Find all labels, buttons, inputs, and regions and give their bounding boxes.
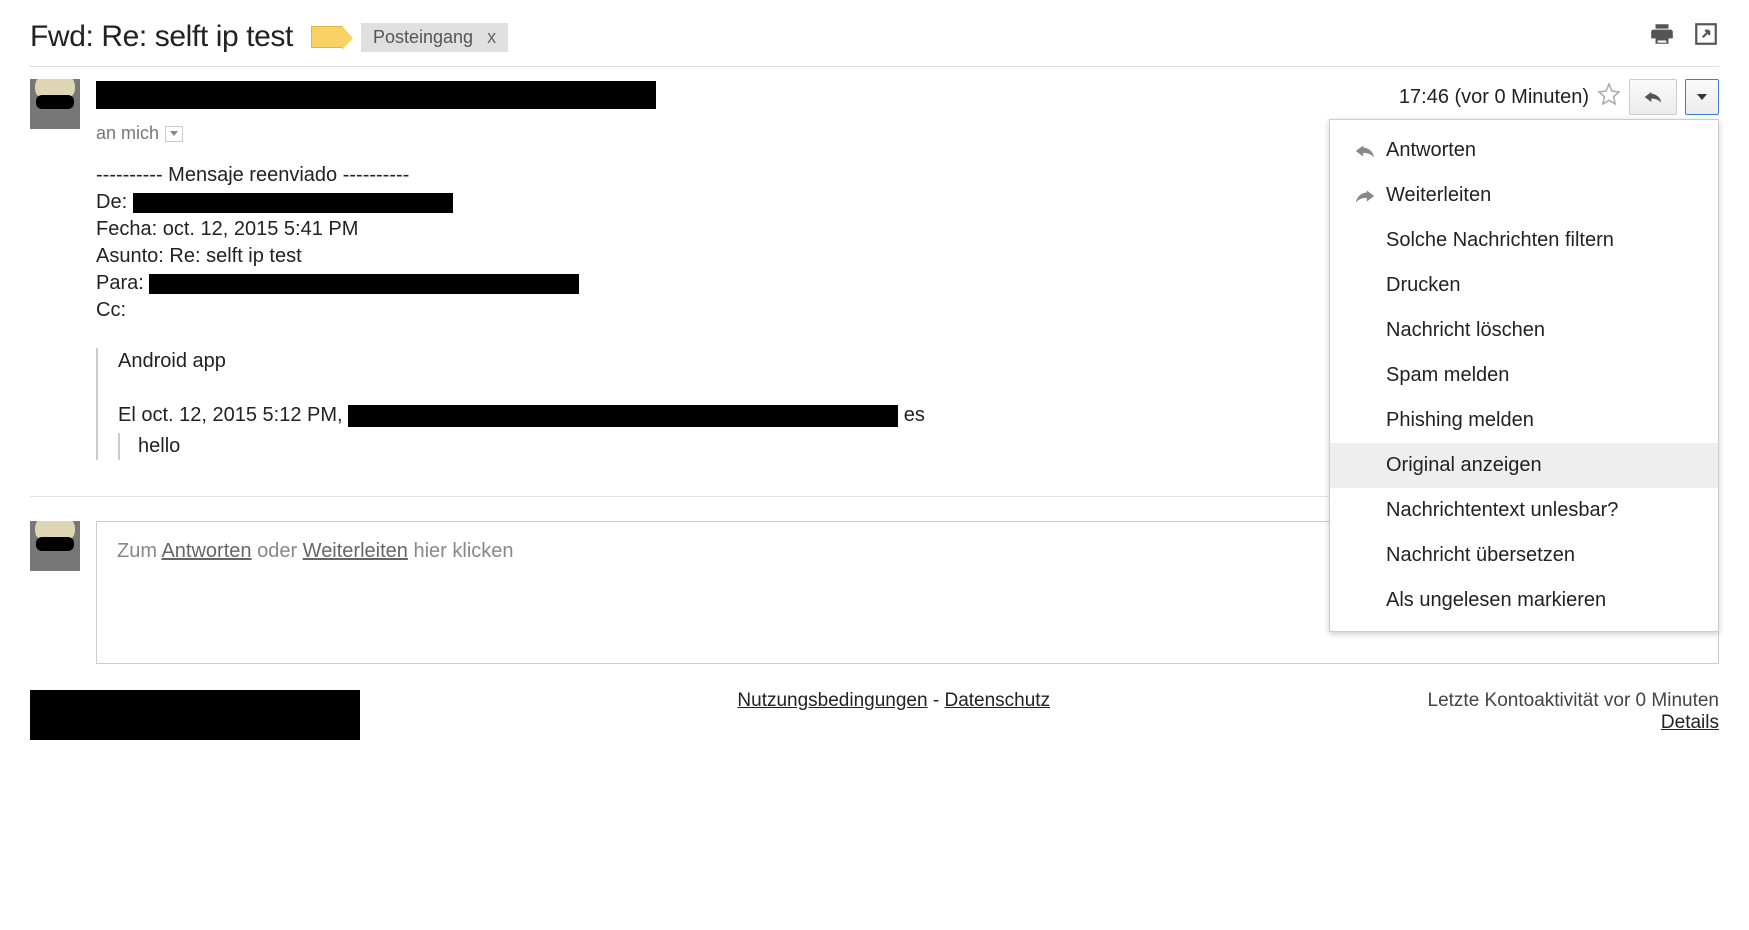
label-pill-inbox[interactable]: Posteingang x bbox=[361, 23, 508, 52]
popout-button[interactable] bbox=[1693, 21, 1719, 53]
menu-item-antworten[interactable]: Antworten bbox=[1330, 128, 1718, 173]
menu-item-weiterleiten[interactable]: Weiterleiten bbox=[1330, 173, 1718, 218]
privacy-link[interactable]: Datenschutz bbox=[944, 690, 1050, 711]
menu-item-phishing-melden[interactable]: Phishing melden bbox=[1330, 398, 1718, 443]
para-redacted bbox=[149, 274, 579, 294]
reply-link[interactable]: Antworten bbox=[161, 540, 251, 562]
subject: Fwd: Re: selft ip test bbox=[30, 20, 293, 54]
sender-line: 17:46 (vor 0 Minuten) AntwortenWeiterlei… bbox=[96, 79, 1719, 115]
footer-redacted bbox=[30, 690, 360, 740]
show-details-toggle[interactable] bbox=[165, 126, 183, 142]
important-marker-icon[interactable] bbox=[311, 26, 343, 48]
reply-icon bbox=[1354, 143, 1386, 159]
remove-label-icon[interactable]: x bbox=[487, 27, 496, 48]
menu-item-label: Nachricht übersetzen bbox=[1386, 544, 1575, 567]
caret-down-icon bbox=[1697, 94, 1707, 100]
menu-item-solche-nachrichten-filtern[interactable]: Solche Nachrichten filtern bbox=[1330, 218, 1718, 263]
menu-item-drucken[interactable]: Drucken bbox=[1330, 263, 1718, 308]
timestamp: 17:46 (vor 0 Minuten) bbox=[1399, 86, 1589, 109]
menu-item-nachricht-l-schen[interactable]: Nachricht löschen bbox=[1330, 308, 1718, 353]
to-line-text: an mich bbox=[96, 123, 159, 144]
menu-item-label: Spam melden bbox=[1386, 364, 1509, 387]
sender-avatar[interactable] bbox=[30, 79, 80, 129]
menu-item-label: Solche Nachrichten filtern bbox=[1386, 229, 1614, 252]
message: 17:46 (vor 0 Minuten) Antworten Weiterlei… bbox=[30, 79, 1719, 460]
my-avatar bbox=[30, 521, 80, 571]
menu-item-label: Nachricht löschen bbox=[1386, 319, 1545, 342]
forward-icon bbox=[1354, 188, 1386, 204]
menu-item-label: Nachrichtentext unlesbar? bbox=[1386, 499, 1618, 522]
footer-links: Nutzungsbedingungen - Datenschutz bbox=[360, 690, 1428, 712]
menu-item-nachricht-bersetzen[interactable]: Nachricht übersetzen bbox=[1330, 533, 1718, 578]
menu-item-nachrichtentext-unlesbar-[interactable]: Nachrichtentext unlesbar? bbox=[1330, 488, 1718, 533]
activity-text: Letzte Kontoaktivität vor 0 Minuten bbox=[1428, 690, 1720, 712]
label-pill-text: Posteingang bbox=[373, 27, 473, 48]
print-all-button[interactable] bbox=[1649, 21, 1675, 53]
sender-name-redacted bbox=[96, 81, 656, 109]
terms-link[interactable]: Nutzungsbedingungen bbox=[737, 690, 927, 711]
footer-activity: Letzte Kontoaktivität vor 0 Minuten Deta… bbox=[1428, 690, 1720, 734]
inline-redacted bbox=[348, 405, 898, 427]
reply-button[interactable] bbox=[1629, 79, 1677, 115]
menu-item-original-anzeigen[interactable]: Original anzeigen bbox=[1330, 443, 1718, 488]
menu-item-label: Drucken bbox=[1386, 274, 1460, 297]
more-actions-button[interactable] bbox=[1685, 79, 1719, 115]
forward-link[interactable]: Weiterleiten bbox=[303, 540, 408, 562]
menu-item-label: Als ungelesen markieren bbox=[1386, 589, 1606, 612]
more-actions-menu: Antworten Weiterleiten Solche Nachrichten … bbox=[1329, 119, 1719, 632]
menu-item-label: Antworten bbox=[1386, 139, 1476, 162]
activity-details-link[interactable]: Details bbox=[1661, 712, 1719, 733]
menu-item-label: Weiterleiten bbox=[1386, 184, 1491, 207]
conversation-header: Fwd: Re: selft ip test Posteingang x bbox=[30, 20, 1719, 67]
de-redacted bbox=[133, 193, 453, 213]
menu-item-label: Phishing melden bbox=[1386, 409, 1534, 432]
footer: Nutzungsbedingungen - Datenschutz Letzte… bbox=[30, 690, 1719, 740]
menu-item-als-ungelesen-markieren[interactable]: Als ungelesen markieren bbox=[1330, 578, 1718, 623]
menu-item-spam-melden[interactable]: Spam melden bbox=[1330, 353, 1718, 398]
star-button[interactable] bbox=[1597, 82, 1621, 112]
menu-item-label: Original anzeigen bbox=[1386, 454, 1542, 477]
